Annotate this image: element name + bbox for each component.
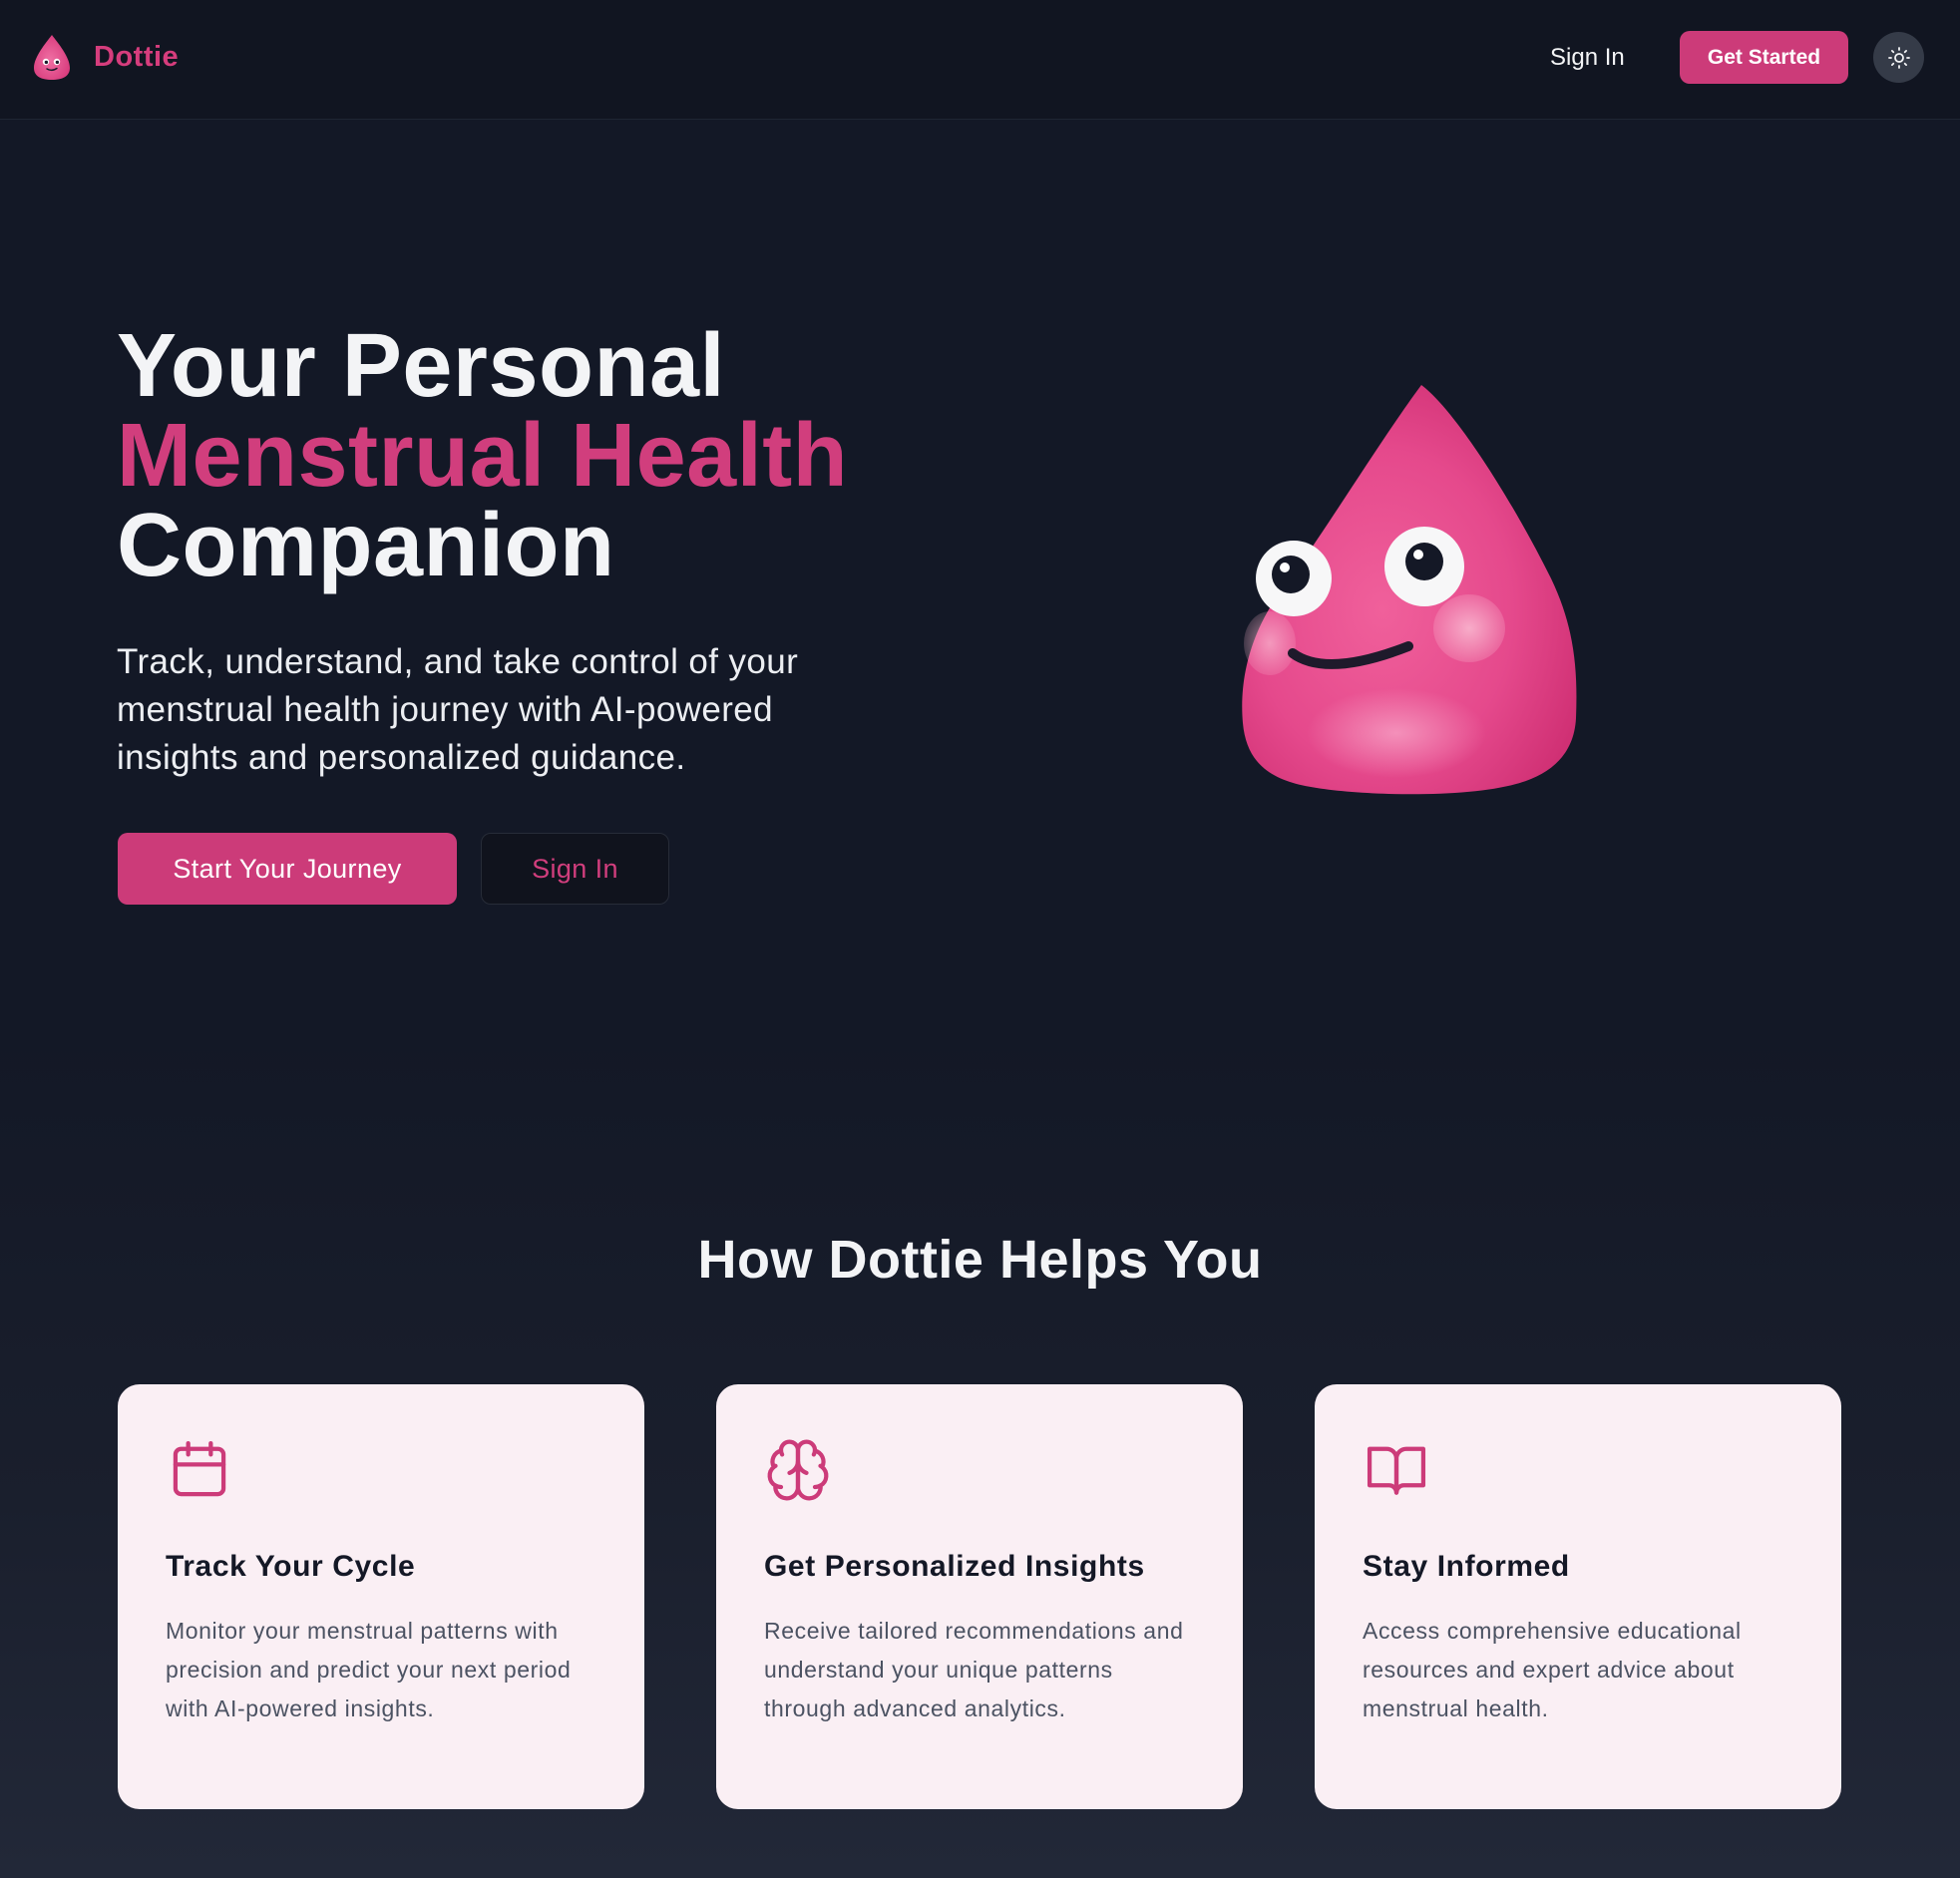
nav-sign-in-link[interactable]: Sign In <box>1530 34 1645 82</box>
hero-subtitle: Track, understand, and take control of y… <box>117 642 799 777</box>
calendar-icon <box>173 1440 226 1497</box>
hero-title-line-2: Menstrual Health <box>117 406 849 506</box>
feature-card-description: Access comprehensive educational resourc… <box>1363 1618 1742 1721</box>
feature-card-description: Monitor your menstrual patterns with pre… <box>166 1618 572 1721</box>
feature-card-title: Stay Informed <box>1363 1550 1570 1583</box>
feature-card-insights: Get Personalized Insights Receive tailor… <box>716 1384 1243 1809</box>
hero-sign-in-button[interactable]: Sign In <box>481 833 669 905</box>
brain-icon <box>767 1439 829 1501</box>
hero-title-line-1: Your Personal <box>117 316 726 416</box>
feature-card-track-cycle: Track Your Cycle Monitor your menstrual … <box>118 1384 644 1809</box>
start-journey-button[interactable]: Start Your Journey <box>118 833 457 905</box>
sun-icon <box>1887 46 1910 69</box>
dottie-mascot-illustration <box>1242 385 1577 795</box>
hero-title-line-3: Companion <box>117 496 615 595</box>
features-section-title: How Dottie Helps You <box>697 1230 1263 1290</box>
get-started-button[interactable]: Get Started <box>1680 31 1848 84</box>
feature-card-title: Get Personalized Insights <box>764 1550 1145 1583</box>
feature-card-description: Receive tailored recommendations and und… <box>764 1618 1184 1721</box>
brand-link[interactable]: Dottie <box>32 33 179 81</box>
feature-card-stay-informed: Stay Informed Access comprehensive educa… <box>1315 1384 1841 1809</box>
theme-toggle-button[interactable] <box>1873 32 1924 83</box>
book-open-icon <box>1367 1446 1426 1495</box>
top-nav-bar: Dottie Sign In Get Started <box>0 0 1960 120</box>
dottie-logo-icon <box>34 35 70 80</box>
hero-title: Your Personal Menstrual Health Companion <box>117 321 848 590</box>
brand-name: Dottie <box>94 40 180 73</box>
feature-card-title: Track Your Cycle <box>166 1550 416 1583</box>
